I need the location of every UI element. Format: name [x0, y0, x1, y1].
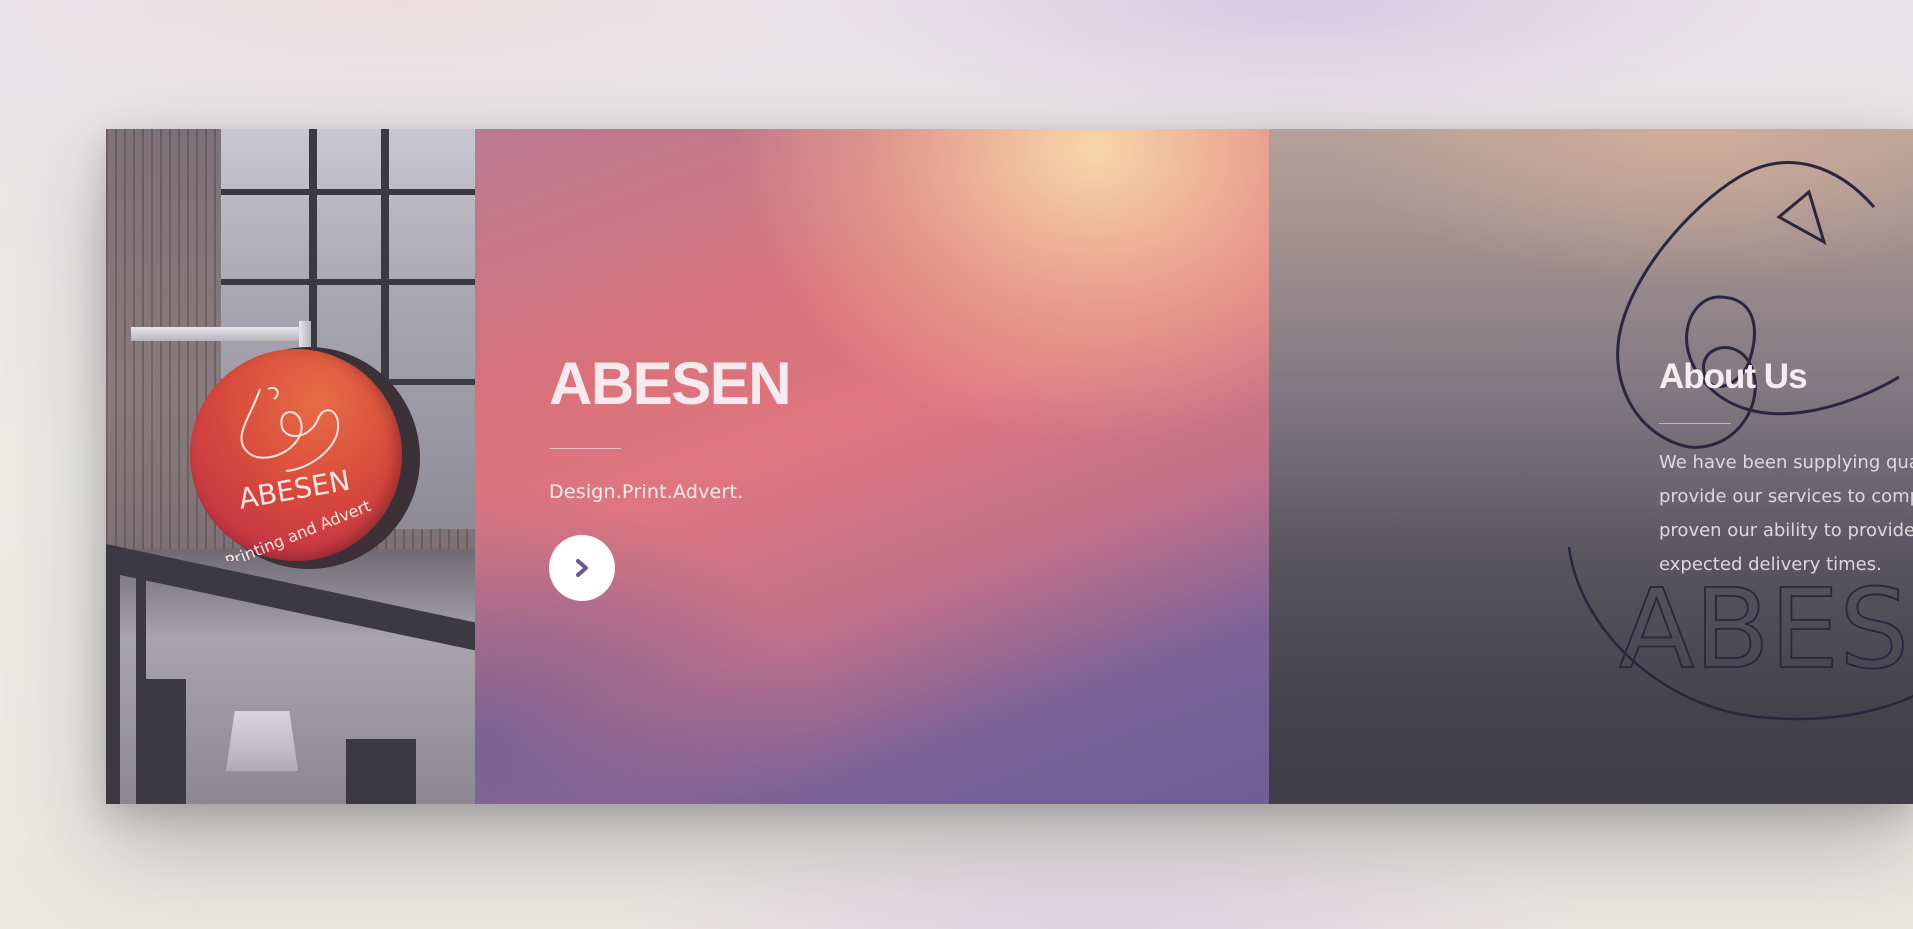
hero-tagline: Design.Print.Advert. — [549, 481, 744, 503]
sign-bracket — [131, 327, 311, 341]
chevron-right-icon — [576, 559, 588, 577]
about-line: provide our services to compa — [1659, 486, 1913, 507]
next-slide-button[interactable] — [549, 535, 615, 601]
about-line: We have been supplying quali — [1659, 452, 1913, 473]
hero-title: ABESEN — [549, 350, 792, 417]
storefront-photo: ABESEN Printing and Advert — [106, 129, 475, 804]
hero-divider — [549, 448, 621, 449]
hero-panel: ABESEN Design.Print.Advert. — [475, 129, 1269, 804]
shop-sign: ABESEN Printing and Advert — [190, 349, 402, 561]
about-line: expected delivery times. — [1659, 554, 1882, 575]
ceiling-lamp — [226, 711, 298, 771]
about-watermark-text: ABESEN — [1619, 565, 1913, 693]
about-divider — [1659, 423, 1731, 424]
sign-logo-icon: ABESEN Printing and Advert — [223, 387, 373, 561]
hero-content: ABESEN Design.Print.Advert. — [549, 349, 792, 601]
about-text: We have been supplying quali provide our… — [1659, 446, 1913, 582]
hero-slider: ABESEN Printing and Advert ABESEN Design… — [106, 129, 1913, 804]
about-panel: ABESEN About Us We have been supplying q… — [1269, 129, 1913, 804]
about-line: proven our ability to provide q — [1659, 520, 1913, 541]
about-title: About Us — [1659, 357, 1808, 396]
about-content: About Us We have been supplying quali pr… — [1659, 357, 1913, 582]
